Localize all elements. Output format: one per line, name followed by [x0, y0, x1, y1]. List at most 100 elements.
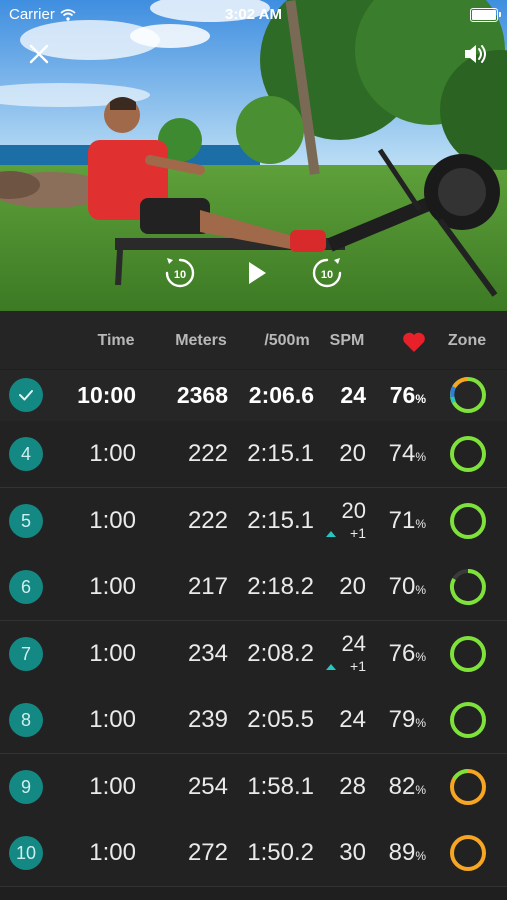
row-spm: 20	[339, 440, 366, 467]
row-hr-value: 71	[388, 507, 416, 534]
close-icon[interactable]	[27, 42, 51, 66]
zone-ring-orange-full	[450, 835, 486, 871]
header-time: Time	[97, 332, 135, 349]
zone-ring-multi	[450, 376, 486, 413]
table-row[interactable]: 4 1:00 222 2:15.1 20 74%	[0, 421, 507, 488]
percent-sign: %	[415, 392, 426, 406]
percent-sign: %	[415, 849, 426, 863]
row-hr: 82%	[389, 773, 426, 801]
row-hr: 74%	[389, 440, 426, 468]
row-time: 1:00	[89, 773, 136, 800]
heart-icon	[403, 332, 425, 352]
row-pace: 2:05.5	[247, 706, 314, 733]
row-meters: 217	[187, 573, 228, 600]
row-pace: 2:15.1	[247, 507, 314, 534]
row-time: 1:00	[89, 640, 136, 667]
zone-ring-green-full	[450, 636, 486, 672]
skip-back-label: 10	[174, 269, 186, 281]
percent-sign: %	[415, 517, 426, 531]
total-spm: 24	[340, 382, 366, 408]
row-meters: 222	[187, 507, 228, 534]
row-hr: 89%	[389, 839, 426, 867]
row-spm: 28	[339, 773, 366, 800]
row-meters: 222	[187, 440, 228, 467]
row-spm: 24	[339, 706, 366, 733]
row-meters: 234	[187, 640, 228, 667]
row-pace: 1:58.1	[247, 773, 314, 800]
interval-number-badge: 8	[9, 703, 43, 737]
row-pace: 1:50.2	[247, 839, 314, 866]
total-time: 10:00	[77, 382, 136, 408]
status-bar: Carrier 3:02 AM	[0, 0, 507, 28]
zone-ring-green-full	[450, 503, 486, 539]
checkmark-icon	[19, 390, 33, 401]
interval-number-badge: 4	[9, 437, 43, 471]
table-row[interactable]: 5 1:00 222 2:15.1 20 +1 71%	[0, 488, 507, 555]
interval-number-badge: 9	[9, 770, 43, 804]
row-spm-delta: +1	[350, 525, 366, 541]
row-pace: 2:15.1	[247, 440, 314, 467]
row-meters: 254	[187, 773, 228, 800]
row-hr: 79%	[389, 706, 426, 734]
interval-number-badge: 10	[9, 836, 43, 870]
skip-forward-label: 10	[321, 269, 333, 281]
row-spm: 24	[341, 631, 366, 656]
row-hr-value: 79	[388, 706, 416, 733]
header-pace: /500m	[264, 332, 310, 349]
header-meters: Meters	[175, 332, 227, 349]
row-spm: 20	[339, 573, 366, 600]
zone-ring-green-partial	[450, 569, 486, 605]
zone-ring-green-full	[450, 436, 486, 472]
row-time: 1:00	[89, 507, 136, 534]
percent-sign: %	[415, 650, 426, 664]
interval-number-badge: 5	[9, 504, 43, 538]
row-spm: 30	[339, 839, 366, 866]
row-spm-delta: +1	[350, 658, 366, 674]
table-row[interactable]: 9 1:00 254 1:58.1 28 82%	[0, 754, 507, 821]
total-hr-value: 76	[389, 382, 416, 408]
percent-sign: %	[415, 716, 426, 730]
row-meters: 272	[187, 839, 228, 866]
row-hr: 70%	[389, 573, 426, 601]
row-hr-value: 74	[388, 440, 416, 467]
play-button[interactable]	[238, 255, 274, 291]
row-time: 1:00	[89, 839, 136, 866]
zone-ring-orange-mixed	[450, 768, 486, 805]
battery-icon	[470, 8, 501, 22]
zone-ring-green-full	[450, 702, 486, 738]
status-time: 3:02 AM	[225, 6, 282, 23]
row-hr-value: 89	[388, 839, 416, 866]
row-pace: 2:18.2	[247, 573, 314, 600]
row-pace: 2:08.2	[247, 640, 314, 667]
row-hr: 71%	[389, 507, 426, 535]
header-spm: SPM	[329, 332, 365, 349]
percent-sign: %	[415, 450, 426, 464]
percent-sign: %	[415, 783, 426, 797]
skip-back-10-button[interactable]: 10	[162, 255, 198, 291]
total-pace: 2:06.6	[248, 382, 314, 408]
row-spm: 20	[341, 498, 366, 523]
percent-sign: %	[415, 583, 426, 597]
table-row[interactable]: 7 1:00 234 2:08.2 24 +1 76%	[0, 621, 507, 688]
row-time: 1:00	[89, 573, 136, 600]
table-header: Time Meters /500m SPM Zone	[0, 311, 507, 369]
increase-arrow-icon	[326, 531, 336, 537]
total-meters: 2368	[176, 382, 228, 408]
completed-badge	[9, 378, 43, 412]
video-player[interactable]: Carrier 3:02 AM 10 10	[0, 0, 507, 311]
row-time: 1:00	[89, 440, 136, 467]
table-row[interactable]: 10 1:00 272 1:50.2 30 89%	[0, 820, 507, 887]
total-row: 10:00 2368 2:06.6 24 76%	[0, 370, 507, 422]
row-hr-value: 82	[388, 773, 416, 800]
interval-number-badge: 7	[9, 637, 43, 671]
interval-number-badge: 6	[9, 570, 43, 604]
row-hr-value: 76	[388, 640, 416, 667]
increase-arrow-icon	[326, 664, 336, 670]
total-hr: 76%	[390, 382, 426, 409]
header-zone: Zone	[447, 332, 487, 349]
table-row[interactable]: 6 1:00 217 2:18.2 20 70%	[0, 554, 507, 621]
speaker-icon[interactable]	[461, 40, 489, 68]
table-row[interactable]: 8 1:00 239 2:05.5 24 79%	[0, 687, 507, 754]
row-hr: 76%	[389, 640, 426, 668]
skip-forward-10-button[interactable]: 10	[309, 255, 345, 291]
